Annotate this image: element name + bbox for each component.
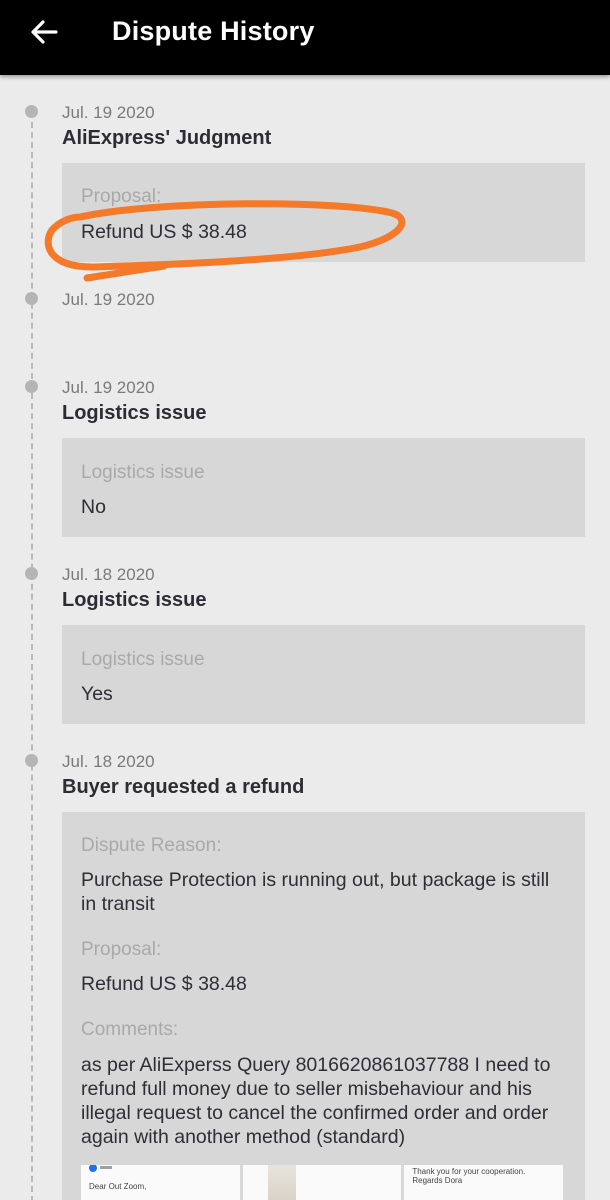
timeline-dot (25, 105, 38, 118)
timeline-dot (25, 380, 38, 393)
email-logo-icon (89, 1165, 112, 1172)
event-card: Proposal: Refund US $ 38.48 (62, 163, 585, 262)
event-card: Dispute Reason: Purchase Protection is r… (62, 812, 585, 1200)
field-label: Proposal: (81, 939, 162, 960)
event-card: Logistics issue No (62, 438, 585, 537)
event-date: Jul. 18 2020 (62, 752, 155, 771)
field-label: Logistics issue (81, 649, 205, 670)
timeline-dot (25, 754, 38, 767)
attachment-text: Dear Out Zoom, (89, 1182, 147, 1191)
top-app-bar: Dispute History (0, 0, 610, 75)
event-title: AliExpress' Judgment (62, 127, 272, 149)
event-title: Logistics issue (62, 402, 207, 424)
attachment-thumbnail[interactable]: Thank you for your cooperation. Regards … (404, 1165, 564, 1200)
back-button[interactable] (26, 12, 66, 52)
field-label: Dispute Reason: (81, 835, 222, 856)
timeline-dot (25, 292, 38, 305)
event-date: Jul. 19 2020 (62, 378, 155, 397)
attachment-thumbnail[interactable] (242, 1165, 402, 1200)
dispute-history-screen: Dispute History Jul. 19 2020 AliExpress'… (0, 0, 610, 1200)
field-value: Refund US $ 38.48 (81, 973, 247, 995)
timeline-line (31, 112, 33, 1200)
field-value: Refund US $ 38.48 (81, 221, 247, 243)
field-label: Comments: (81, 1019, 179, 1040)
event-card: Logistics issue Yes (62, 625, 585, 724)
field-value: Yes (81, 683, 113, 705)
field-value: Purchase Protection is running out, but … (81, 869, 550, 915)
event-date: Jul. 19 2020 (62, 103, 155, 122)
attachment-text: Thank you for your cooperation. Regards … (412, 1167, 526, 1185)
attachment-thumbnail[interactable]: Dear Out Zoom, (81, 1165, 240, 1200)
event-title: Logistics issue (62, 589, 207, 611)
event-date: Jul. 19 2020 (62, 290, 155, 309)
event-title: Buyer requested a refund (62, 776, 305, 798)
attachment-thumbnails: Dear Out Zoom, Thank you for your cooper… (81, 1165, 564, 1200)
field-label: Logistics issue (81, 462, 205, 483)
field-value: No (81, 496, 106, 518)
attachment-photo (267, 1165, 296, 1200)
timeline-dot (25, 567, 38, 580)
field-value: as per AliExperss Query 8016620861037788… (81, 1054, 551, 1148)
arrow-left-icon (31, 20, 58, 44)
event-date: Jul. 18 2020 (62, 565, 155, 584)
field-label: Proposal: (81, 186, 162, 207)
page-title: Dispute History (112, 16, 315, 46)
